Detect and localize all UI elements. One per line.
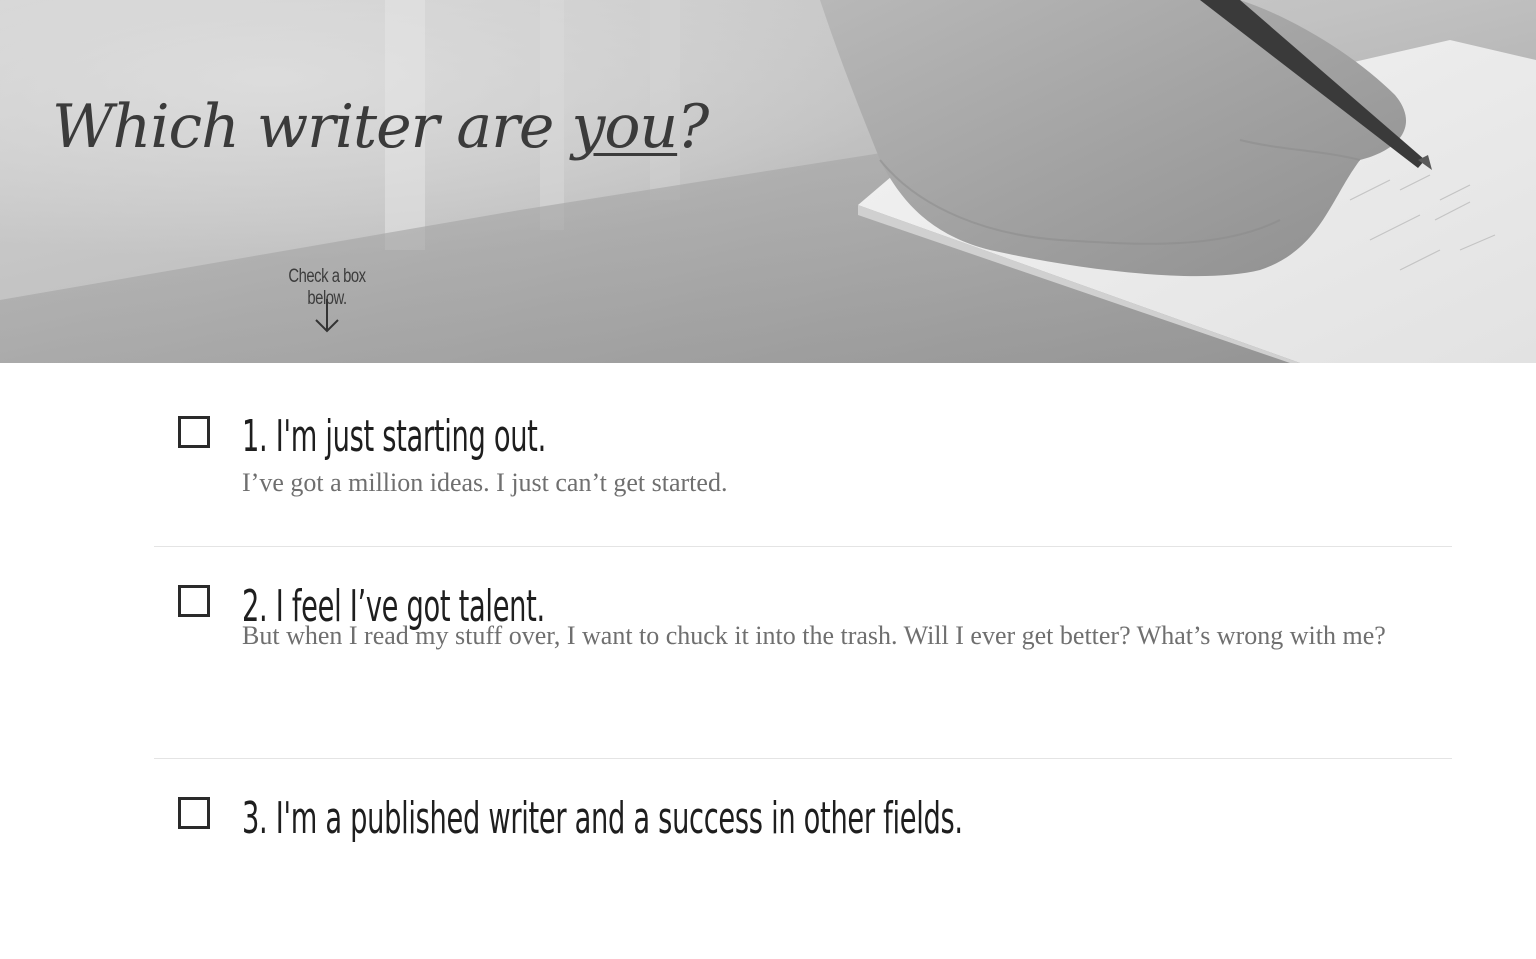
page-title-suffix: ? bbox=[677, 92, 709, 162]
writing-hand-photo bbox=[0, 0, 1536, 363]
writer-options-list: 1. I'm just starting out. I’ve got a mil… bbox=[154, 363, 1452, 959]
writer-option-1[interactable]: 1. I'm just starting out. I’ve got a mil… bbox=[154, 363, 1452, 547]
option-1-title: 1. I'm just starting out. bbox=[242, 411, 546, 462]
option-2-checkbox[interactable] bbox=[178, 585, 210, 617]
option-1-checkbox[interactable] bbox=[178, 416, 210, 448]
option-3-checkbox[interactable] bbox=[178, 797, 210, 829]
writer-option-3[interactable]: 3. I'm a published writer and a success … bbox=[154, 759, 1452, 959]
option-1-description: I’ve got a million ideas. I just can’t g… bbox=[242, 468, 728, 497]
writer-option-2[interactable]: 2. I feel I’ve got talent. But when I re… bbox=[154, 547, 1452, 759]
page-title-emphasis: you bbox=[571, 92, 678, 162]
option-2-description: But when I read my stuff over, I want to… bbox=[242, 621, 1386, 650]
option-3-title: 3. I'm a published writer and a success … bbox=[242, 793, 963, 844]
arrow-down-icon bbox=[315, 299, 339, 333]
page-title: Which writer are you? bbox=[52, 92, 709, 162]
hero-banner: Which writer are you? Check a box below. bbox=[0, 0, 1536, 363]
page-title-prefix: Which writer are bbox=[52, 92, 572, 162]
